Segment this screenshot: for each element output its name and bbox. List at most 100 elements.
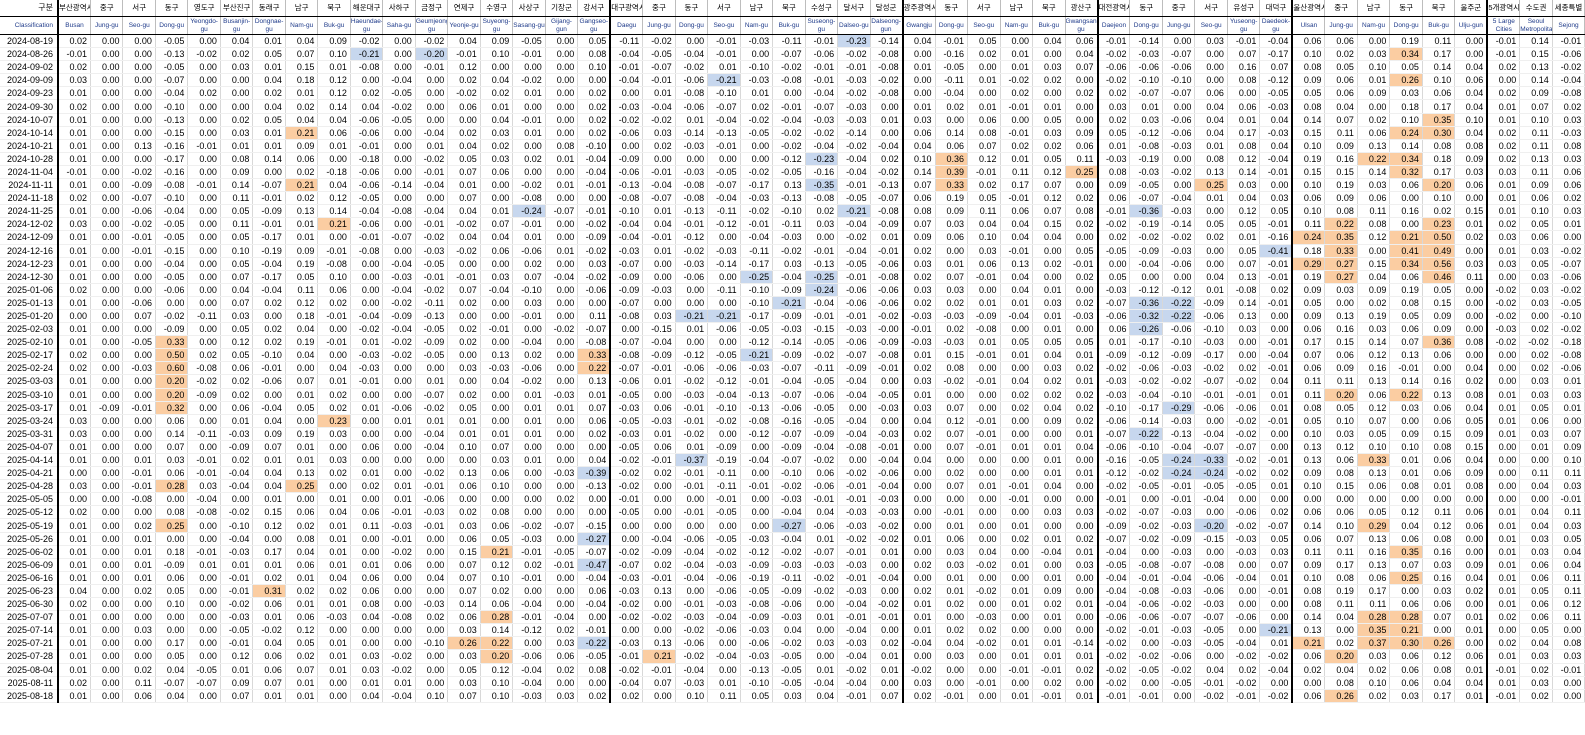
table-cell: -0.01 xyxy=(805,34,839,49)
table-cell: 0.06 xyxy=(350,440,384,455)
table-cell: 0.08 xyxy=(1324,466,1358,481)
table-cell: 0.06 xyxy=(480,244,514,258)
table-cell: 0.04 xyxy=(1032,230,1066,245)
table-cell: 0.00 xyxy=(187,217,221,232)
table-cell: -0.01 xyxy=(1552,34,1585,49)
table-cell: -0.02 xyxy=(1552,322,1585,337)
table-cell: 0.02 xyxy=(1065,361,1099,376)
table-cell: 0.00 xyxy=(902,545,936,559)
table-cell: -0.21 xyxy=(350,47,384,62)
table-cell: -0.02 xyxy=(610,610,644,625)
table-cell: -0.01 xyxy=(675,414,709,428)
table-cell: -0.04 xyxy=(545,270,579,284)
table-cell: 0.03 xyxy=(902,283,936,297)
table-cell: 0.00 xyxy=(382,47,416,62)
table-cell: 0.04 xyxy=(1000,270,1034,284)
table-cell: 0.01 xyxy=(1259,479,1294,494)
table-cell: -0.01 xyxy=(512,571,546,585)
table-cell: 0.00 xyxy=(90,348,124,363)
table-cell: 0.03 xyxy=(577,257,612,271)
table-cell: 0.01 xyxy=(1000,649,1034,664)
table-cell: -0.10 xyxy=(512,283,546,297)
table-cell: 0.10 xyxy=(1292,139,1326,153)
table-cell: 0.00 xyxy=(155,610,189,625)
table-cell: 0.02 xyxy=(1552,191,1585,206)
table-cell: 0.03 xyxy=(1454,165,1489,180)
column-header-en: Dong-gu xyxy=(935,16,969,35)
table-cell: 0.00 xyxy=(1292,492,1326,507)
table-cell: -0.09 xyxy=(772,348,806,363)
table-cell: 0.01 xyxy=(902,597,936,612)
table-cell: 0.05 xyxy=(1292,414,1326,428)
table-cell: -0.09 xyxy=(805,427,839,441)
table-cell: 0.02 xyxy=(1487,139,1521,153)
table-cell: 0.04 xyxy=(1454,361,1489,376)
table-cell: 0.00 xyxy=(187,335,221,350)
row-date: 2025-01-06 xyxy=(0,283,59,297)
table-cell: -0.08 xyxy=(675,191,709,206)
table-cell: 0.03 xyxy=(1032,505,1066,520)
table-cell: -0.01 xyxy=(1259,165,1294,180)
table-cell: 0.01 xyxy=(1194,139,1228,153)
table-cell: 0.02 xyxy=(1324,636,1358,651)
table-cell: 0.00 xyxy=(902,518,936,533)
table-cell: 0.04 xyxy=(1259,113,1294,127)
table-cell: -0.02 xyxy=(805,126,839,140)
table-cell: 0.01 xyxy=(252,492,286,507)
table-cell: 0.01 xyxy=(805,610,839,625)
table-cell: -0.07 xyxy=(1552,257,1585,271)
table-cell: 0.11 xyxy=(1065,152,1099,166)
table-cell: -0.04 xyxy=(415,204,449,219)
table-cell: -0.18 xyxy=(350,152,384,166)
table-cell: 0.08 xyxy=(902,204,936,219)
table-cell: 0.07 xyxy=(1259,60,1294,75)
table-cell: -0.03 xyxy=(1097,388,1131,402)
table-cell: 0.04 xyxy=(252,479,286,494)
table-cell: -0.01 xyxy=(675,479,709,494)
table-cell: 0.03 xyxy=(902,676,936,690)
table-cell: 0.00 xyxy=(90,270,124,284)
table-cell: -0.01 xyxy=(447,47,481,62)
table-cell: -0.04 xyxy=(1259,152,1294,166)
table-cell: 0.03 xyxy=(1357,649,1391,664)
table-cell: 0.01 xyxy=(1032,649,1066,664)
table-cell: -0.21 xyxy=(1259,623,1294,638)
table-row: 2025-03-03 0.01 0.00 0.00 0.20 -0.02 0.02 -0.06… xyxy=(0,374,1585,389)
table-cell: 0.00 xyxy=(90,492,124,507)
table-cell: -0.04 xyxy=(772,270,806,284)
table-cell: 0.04 xyxy=(220,34,254,49)
table-cell: 0.04 xyxy=(1032,479,1066,494)
column-header-en: Busan xyxy=(58,16,91,35)
table-cell: 0.00 xyxy=(1454,244,1489,258)
table-cell: 0.15 xyxy=(1422,296,1456,310)
table-cell: 0.03 xyxy=(447,676,481,690)
table-cell: -0.02 xyxy=(1487,335,1521,350)
table-cell: 0.09 xyxy=(1032,584,1066,599)
table-cell: -0.13 xyxy=(415,309,449,324)
table-cell: 0.00 xyxy=(1487,479,1521,494)
table-cell: 0.01 xyxy=(902,623,936,638)
table-cell: -0.06 xyxy=(610,165,644,180)
table-cell: 0.00 xyxy=(1227,335,1261,350)
table-cell: -0.02 xyxy=(1000,73,1034,88)
table-cell: -0.03 xyxy=(610,636,644,651)
table-cell: -0.03 xyxy=(870,427,904,441)
table-cell: -0.06 xyxy=(512,649,546,664)
table-cell: 0.03 xyxy=(1422,584,1456,599)
table-cell: 0.00 xyxy=(1324,492,1358,507)
table-cell: 0.02 xyxy=(902,584,936,599)
table-cell: -0.02 xyxy=(1097,663,1131,677)
table-cell: -0.01 xyxy=(935,34,969,49)
table-cell: 0.00 xyxy=(545,217,579,232)
table-cell: 0.00 xyxy=(1194,257,1228,271)
table-cell: 0.00 xyxy=(1032,270,1066,284)
table-cell: 0.02 xyxy=(1259,505,1294,520)
table-cell: 0.39 xyxy=(935,165,969,180)
table-cell: -0.09 xyxy=(610,270,644,284)
table-cell: 0.21 xyxy=(1389,230,1423,245)
table-cell: 0.00 xyxy=(415,73,449,88)
table-cell: -0.01 xyxy=(967,165,1001,180)
table-cell: 0.06 xyxy=(935,532,969,546)
table-cell: 0.04 xyxy=(1552,545,1585,559)
table-cell: 0.04 xyxy=(1000,374,1034,389)
